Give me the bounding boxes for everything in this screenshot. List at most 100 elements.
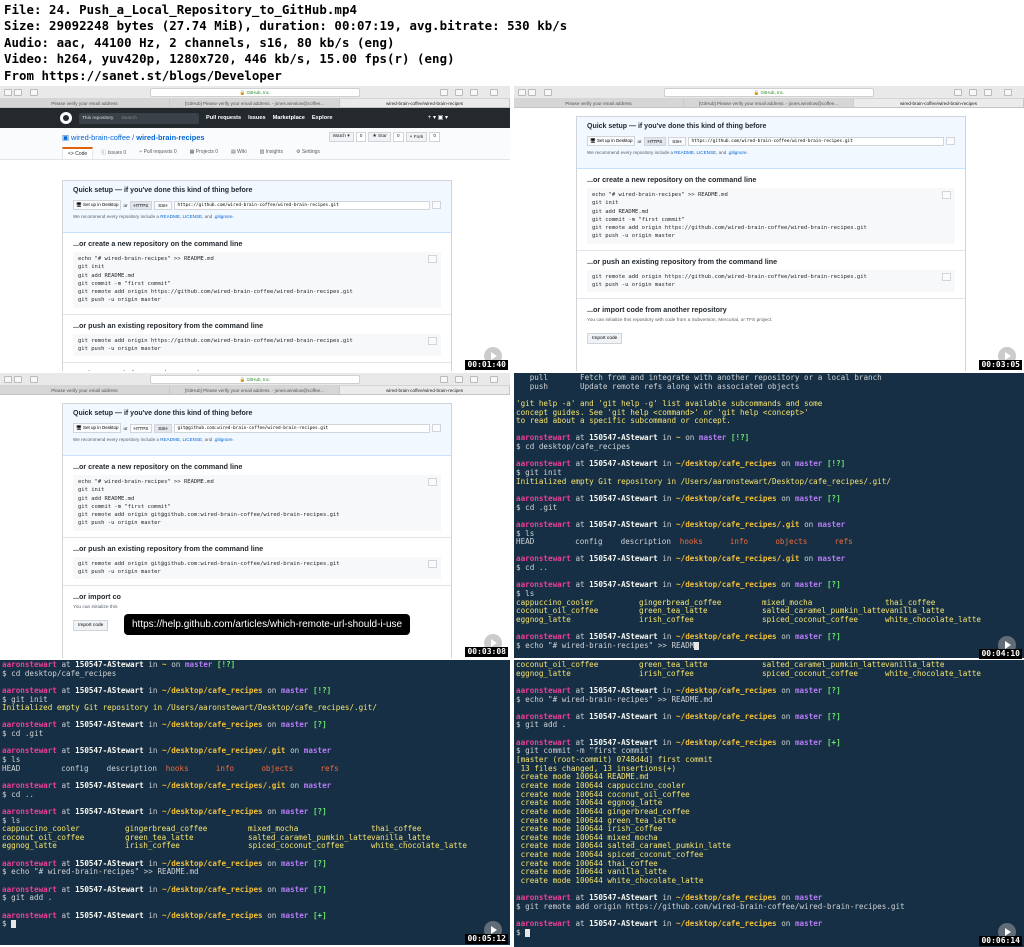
- share-icon[interactable]: [969, 89, 977, 96]
- recommend-link[interactable]: LICENSE: [182, 437, 202, 442]
- share-icon[interactable]: [455, 376, 463, 383]
- new-tab-icon[interactable]: [470, 89, 478, 96]
- recommend-link[interactable]: README: [160, 214, 180, 219]
- repo-owner-link[interactable]: wired-brain-coffee: [71, 133, 130, 142]
- recommend-link[interactable]: .gitignore: [214, 437, 233, 442]
- recommend-link[interactable]: .gitignore: [214, 214, 233, 219]
- terminal-window[interactable]: pull Fetch from and integrate with anoth…: [514, 373, 1024, 660]
- fork-count[interactable]: 0: [429, 132, 440, 142]
- forward-icon[interactable]: [14, 376, 22, 383]
- copy-icon[interactable]: [428, 478, 437, 486]
- repo-tab[interactable]: ⚙ Settings: [291, 147, 325, 159]
- import-code-button[interactable]: Import code: [587, 333, 623, 345]
- browser-tab[interactable]: Please verify your email address: [0, 99, 170, 107]
- recommend-link[interactable]: README: [160, 437, 180, 442]
- reader-icon[interactable]: [954, 89, 962, 96]
- copy-icon[interactable]: [432, 424, 441, 432]
- ssh-toggle[interactable]: SSH: [154, 423, 172, 433]
- github-logo-icon[interactable]: [60, 112, 72, 124]
- terminal-cursor[interactable]: [694, 641, 700, 650]
- terminal-line: $ git remote add origin https://github.c…: [516, 902, 1022, 912]
- nav-link-marketplace[interactable]: Marketplace: [273, 115, 305, 121]
- clone-url-input[interactable]: https://github.com/wired-brain-coffee/wi…: [173, 200, 430, 210]
- share-icon[interactable]: [455, 89, 463, 96]
- setup-desktop-button[interactable]: 🖥 Set up in Desktop: [73, 200, 122, 210]
- copy-icon[interactable]: [942, 191, 951, 199]
- https-toggle[interactable]: HTTPS: [129, 423, 153, 433]
- recommend-link[interactable]: README: [674, 150, 694, 155]
- copy-icon[interactable]: [432, 201, 441, 209]
- repo-name-link[interactable]: wired-brain-recipes: [136, 133, 204, 142]
- address-bar[interactable]: 🔒 GitHub, Inc.: [150, 88, 360, 97]
- browser-tab[interactable]: wired-brain-coffee/wired-brain-recipes: [340, 386, 510, 394]
- repo-tab[interactable]: ▥ Insights: [255, 147, 288, 159]
- sidebar-icon[interactable]: [30, 89, 38, 96]
- tabs-icon[interactable]: [490, 376, 498, 383]
- tabs-icon[interactable]: [490, 89, 498, 96]
- copy-icon[interactable]: [428, 255, 437, 263]
- terminal-cursor[interactable]: [525, 928, 531, 937]
- setup-desktop-button[interactable]: 🖥 Set up in Desktop: [587, 136, 636, 146]
- forward-icon[interactable]: [14, 89, 22, 96]
- recommend-link[interactable]: .gitignore: [728, 150, 747, 155]
- new-and-profile-menu[interactable]: + ▾ ▣ ▾: [428, 114, 448, 121]
- reader-icon[interactable]: [440, 376, 448, 383]
- prompt-user: aaronstewart: [516, 737, 571, 747]
- address-bar[interactable]: 🔒 GitHub, Inc.: [150, 375, 360, 384]
- forward-icon[interactable]: [528, 89, 536, 96]
- back-icon[interactable]: [4, 376, 12, 383]
- sidebar-icon[interactable]: [30, 376, 38, 383]
- star-count[interactable]: 0: [392, 132, 404, 142]
- fork-button[interactable]: ⑂ Fork: [405, 132, 428, 142]
- recommend-link[interactable]: LICENSE: [696, 150, 716, 155]
- https-toggle[interactable]: HTTPS: [643, 136, 667, 146]
- reader-icon[interactable]: [440, 89, 448, 96]
- repo-tab[interactable]: ⓘ Issues 0: [96, 147, 131, 159]
- browser-tab[interactable]: [GitHub] Please verify your email addres…: [170, 386, 340, 394]
- terminal-line: $ git add .: [516, 721, 1022, 730]
- back-icon[interactable]: [518, 89, 526, 96]
- new-tab-icon[interactable]: [470, 376, 478, 383]
- browser-tab[interactable]: [GitHub] Please verify your email addres…: [684, 99, 854, 107]
- watch-button[interactable]: Watch ▾: [328, 132, 354, 142]
- https-toggle[interactable]: HTTPS: [129, 200, 153, 210]
- prompt-user: aaronstewart: [516, 919, 571, 929]
- watch-count[interactable]: 0: [355, 132, 367, 142]
- new-tab-icon[interactable]: [984, 89, 992, 96]
- nav-link-explore[interactable]: Explore: [312, 115, 333, 121]
- nav-link-pull-requests[interactable]: Pull requests: [206, 115, 241, 121]
- copy-icon[interactable]: [428, 336, 437, 345]
- prompt-path: ~/desktop/cafe_recipes: [162, 685, 263, 695]
- setup-desktop-button[interactable]: 🖥 Set up in Desktop: [73, 423, 122, 433]
- browser-tab[interactable]: Please verify your email address: [0, 386, 170, 394]
- repo-tab[interactable]: ⑂ Pull requests 0: [134, 147, 181, 159]
- search-box[interactable]: This repository Search: [79, 112, 199, 124]
- repo-tab[interactable]: <> Code: [62, 147, 94, 159]
- browser-tab[interactable]: wired-brain-coffee/wired-brain-recipes: [340, 99, 510, 107]
- terminal-cursor[interactable]: [11, 920, 17, 929]
- browser-tab[interactable]: [GitHub] Please verify your email addres…: [170, 99, 340, 107]
- browser-toolbar: 🔒 GitHub, Inc.: [0, 373, 510, 386]
- clone-url-input[interactable]: https://github.com/wired-brain-coffee/wi…: [687, 136, 944, 146]
- copy-icon[interactable]: [942, 272, 951, 281]
- star-button[interactable]: ★ Star: [368, 132, 391, 142]
- browser-tab[interactable]: Please verify your email address: [514, 99, 684, 107]
- browser-tab[interactable]: wired-brain-coffee/wired-brain-recipes: [854, 99, 1024, 107]
- back-icon[interactable]: [4, 89, 12, 96]
- recommend-link[interactable]: LICENSE: [182, 214, 202, 219]
- terminal-line: $ cd desktop/cafe_recipes: [516, 442, 1022, 452]
- repo-tab[interactable]: ▤ Wiki: [226, 147, 252, 159]
- repo-tab[interactable]: ▦ Projects 0: [185, 147, 223, 159]
- terminal-window[interactable]: aaronstewart at 150547-AStewart in ~ on …: [0, 660, 510, 945]
- clone-url-input[interactable]: git@github.com:wired-brain-coffee/wired-…: [173, 423, 430, 433]
- tabs-icon[interactable]: [1004, 89, 1012, 96]
- ssh-toggle[interactable]: SSH: [154, 200, 172, 210]
- nav-link-issues[interactable]: Issues: [248, 115, 265, 121]
- sidebar-icon[interactable]: [544, 89, 552, 96]
- copy-icon[interactable]: [428, 559, 437, 568]
- copy-icon[interactable]: [946, 137, 955, 145]
- terminal-window[interactable]: coconut_oil_coffee green_tea_latte salted_…: [514, 660, 1024, 947]
- ssh-toggle[interactable]: SSH: [668, 136, 686, 146]
- import-code-button[interactable]: Import code: [73, 620, 109, 632]
- address-bar[interactable]: 🔒 GitHub, Inc.: [664, 88, 874, 97]
